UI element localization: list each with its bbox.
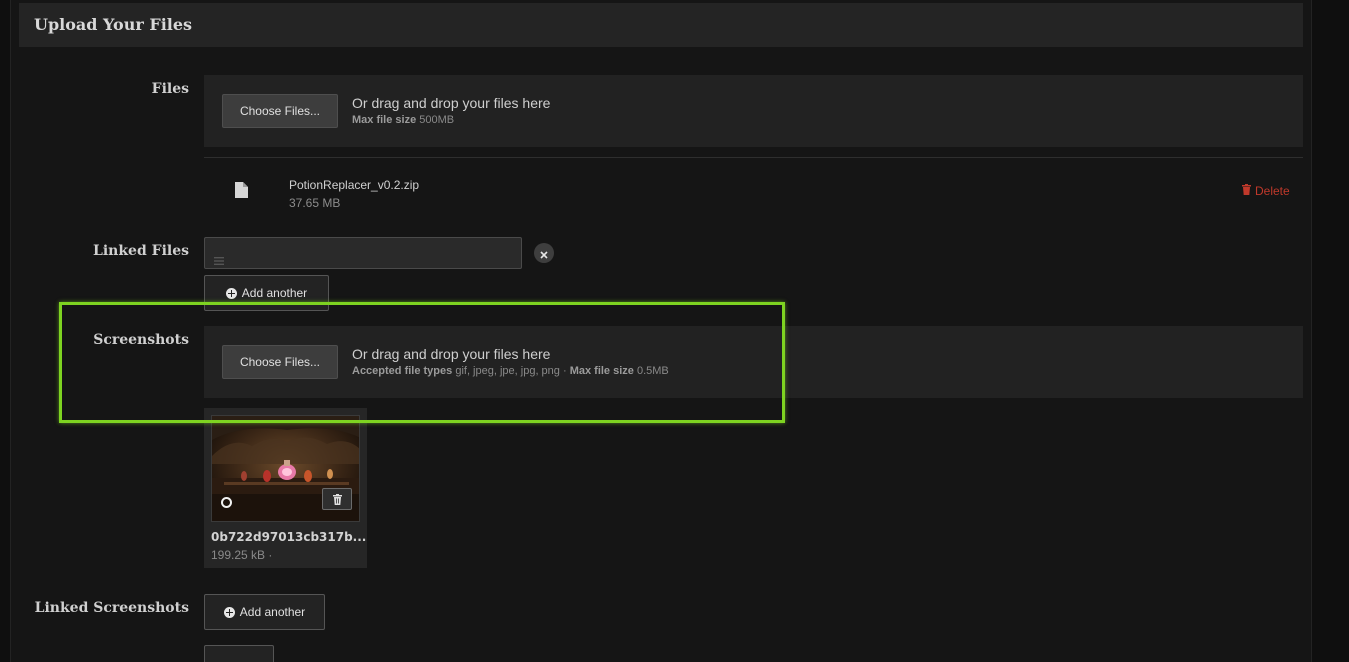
delete-file-link[interactable]: Delete <box>1242 184 1290 198</box>
files-drop-text: Or drag and drop your files here <box>352 95 551 111</box>
close-icon <box>540 244 548 263</box>
add-linked-file-label: Add another <box>241 286 308 300</box>
max-size-label: Max file size <box>352 114 417 126</box>
max-size-value: 500MB <box>419 114 455 126</box>
drag-handle-icon[interactable] <box>214 250 224 269</box>
files-drop-meta: Max file size 500MB <box>352 114 454 126</box>
uploaded-file-size: 37.65 MB <box>289 196 341 210</box>
file-icon <box>234 182 248 202</box>
clear-linked-file-button[interactable] <box>534 243 554 263</box>
plus-circle-icon <box>223 606 235 618</box>
section-header: Upload Your Files <box>19 3 1303 47</box>
files-drop-zone[interactable]: Choose Files... Or drag and drop your fi… <box>204 75 1303 147</box>
plus-circle-icon <box>225 287 237 299</box>
section-title: Upload Your Files <box>34 15 193 34</box>
uploaded-file-name: PotionReplacer_v0.2.zip <box>289 178 420 192</box>
delete-screenshot-button[interactable] <box>322 488 352 510</box>
trash-icon <box>332 490 342 509</box>
screenshot-file-size: 199.25 kB · <box>211 548 273 562</box>
linked-files-label: Linked Files <box>93 243 189 259</box>
files-label: Files <box>151 81 189 97</box>
trash-icon <box>1242 184 1251 198</box>
partially-visible-button[interactable] <box>204 645 274 662</box>
divider <box>204 157 1303 158</box>
primary-screenshot-radio[interactable] <box>221 497 232 508</box>
add-linked-screenshot-label: Add another <box>239 605 306 619</box>
screenshot-thumbnail-card: 0b722d97013cb317b... 199.25 kB · <box>204 408 367 568</box>
screenshot-file-name: 0b722d97013cb317b... <box>211 530 367 544</box>
linked-screenshots-label: Linked Screenshots <box>34 600 189 616</box>
delete-label: Delete <box>1255 184 1290 198</box>
highlight-box <box>59 302 785 423</box>
screenshot-thumbnail-image[interactable] <box>211 415 360 522</box>
files-choose-button[interactable]: Choose Files... <box>222 94 338 128</box>
linked-file-input[interactable] <box>204 237 522 269</box>
add-linked-screenshot-button[interactable]: Add another <box>204 594 325 630</box>
